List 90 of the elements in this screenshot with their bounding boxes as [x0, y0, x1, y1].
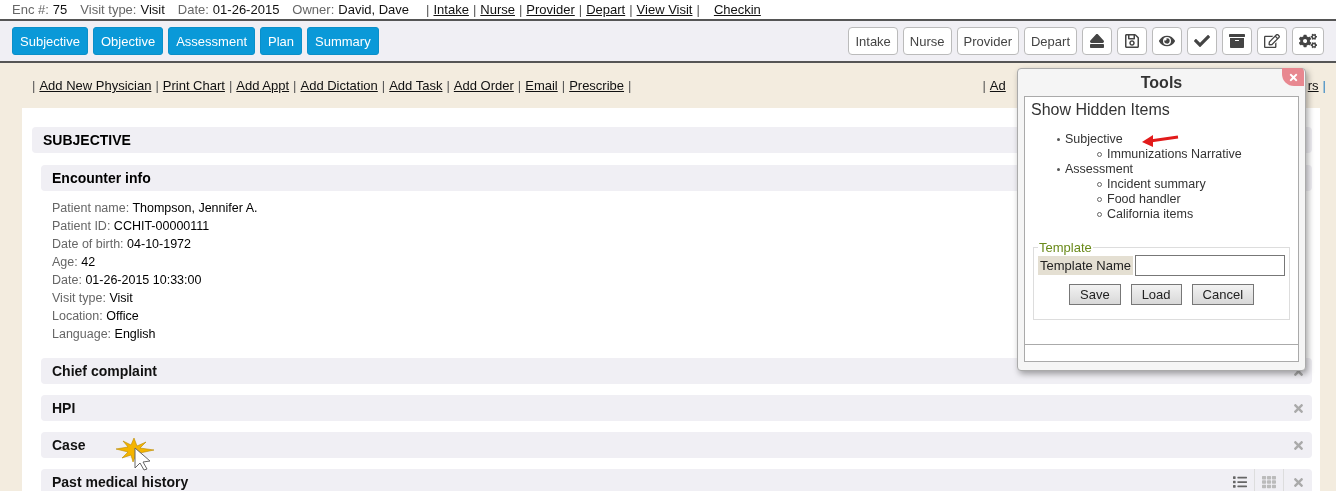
eye-button[interactable]: [1152, 27, 1182, 55]
info-line: Patient ID: CCHIT-00000111: [52, 218, 210, 235]
tree-item[interactable]: Subjective: [1065, 132, 1123, 147]
subsection-header[interactable]: Past medical history: [41, 469, 1312, 491]
subsection-title: HPI: [52, 400, 76, 416]
dialog-title: Tools: [1140, 73, 1183, 92]
action-link[interactable]: Add New Physician: [39, 78, 152, 93]
separator: |: [982, 78, 986, 93]
eject-icon: [1089, 33, 1105, 49]
role-button[interactable]: Depart: [1023, 27, 1077, 55]
role-button[interactable]: Nurse: [902, 27, 952, 55]
subsection-title: Past medical history: [52, 474, 189, 490]
field-label: Date:: [177, 2, 209, 17]
separator: |: [517, 78, 522, 93]
action-link[interactable]: Add Dictation: [300, 78, 378, 93]
tree-item[interactable]: Food handler: [1107, 192, 1181, 207]
action-link[interactable]: Provider: [526, 2, 575, 17]
field-value: David, Dave: [338, 2, 410, 17]
action-link[interactable]: Add Order: [453, 78, 514, 93]
separator: |: [696, 2, 700, 17]
info-line: Language: English: [52, 326, 156, 343]
separator: |: [1322, 78, 1326, 93]
gears-icon: [1299, 32, 1317, 50]
action-link[interactable]: rs: [1307, 78, 1319, 93]
action-link[interactable]: Add Appt: [236, 78, 290, 93]
action-link[interactable]: Prescribe: [569, 78, 625, 93]
eye-icon: [1159, 33, 1175, 49]
separator: |: [629, 2, 633, 17]
action-link[interactable]: Print Chart: [162, 78, 225, 93]
subsection-title: Chief complaint: [52, 363, 157, 379]
pencil-square-button[interactable]: [1257, 27, 1287, 55]
separator: |: [293, 78, 297, 93]
eject-button[interactable]: [1082, 27, 1112, 55]
separator: |: [446, 78, 450, 93]
field-label: Owner:: [292, 2, 335, 17]
separator: |: [381, 78, 386, 93]
action-link[interactable]: View Visit: [636, 2, 693, 17]
action-link[interactable]: Nurse: [480, 2, 515, 17]
checkmark-icon: [1194, 33, 1210, 49]
separator: |: [578, 2, 583, 17]
subsection-title: Case: [52, 437, 86, 453]
info-line: Visit type: Visit: [52, 290, 133, 307]
info-line: Patient name: Thompson, Jennifer A.: [52, 200, 258, 217]
action-link[interactable]: Intake: [433, 2, 469, 17]
field-label: Visit type:: [80, 2, 137, 17]
dialog-button[interactable]: Cancel: [1191, 284, 1254, 305]
separator: |: [155, 78, 159, 93]
separator: |: [32, 78, 36, 93]
info-line: Date: 01-26-2015 10:33:00: [52, 272, 202, 289]
dialog-heading: Show Hidden Items: [1031, 101, 1171, 119]
tree-item[interactable]: Assessment: [1065, 162, 1134, 177]
info-line: Age: 42: [52, 254, 96, 271]
archive-box-button[interactable]: [1222, 27, 1252, 55]
checkmark-button[interactable]: [1187, 27, 1217, 55]
bullet-icon: [1057, 168, 1060, 171]
action-link[interactable]: Add Task: [389, 78, 443, 93]
group-legend: Template: [1038, 240, 1093, 255]
list-icon[interactable]: [1233, 475, 1247, 489]
checkin-link[interactable]: Checkin: [713, 2, 761, 17]
archive-box-icon: [1229, 33, 1245, 49]
separator: |: [426, 2, 430, 17]
action-link[interactable]: Ad: [989, 78, 1006, 93]
separator: |: [228, 78, 233, 93]
field-value: 01-26-2015: [212, 2, 280, 17]
template-name-field[interactable]: [1135, 255, 1285, 276]
subsection-header[interactable]: Case: [41, 432, 1312, 458]
tree-item[interactable]: Incident summary: [1107, 177, 1206, 192]
subsection-header[interactable]: HPI: [41, 395, 1312, 421]
info-line: Location: Office: [52, 308, 139, 325]
action-link[interactable]: Depart: [586, 2, 626, 17]
field-value: Visit: [140, 2, 165, 17]
gears-button[interactable]: [1292, 27, 1324, 55]
info-line: Date of birth: 04-10-1972: [52, 236, 191, 253]
dialog-button[interactable]: Load: [1130, 284, 1182, 305]
subsection-title: Encounter info: [52, 170, 151, 186]
separator: |: [628, 78, 632, 93]
field-label: Enc #:: [12, 2, 49, 17]
dialog-button[interactable]: Save: [1069, 284, 1121, 305]
role-button[interactable]: Intake: [848, 27, 898, 55]
close-icon: [1287, 71, 1299, 83]
field-value: 75: [52, 2, 68, 17]
tree-item[interactable]: California items: [1107, 207, 1194, 222]
field-label: Template Name: [1038, 256, 1134, 275]
floppy-disk-button[interactable]: [1117, 27, 1147, 55]
action-link[interactable]: Email: [525, 78, 558, 93]
bullet-icon: [1057, 138, 1060, 141]
separator: |: [518, 2, 523, 17]
separator: |: [472, 2, 477, 17]
separator: |: [561, 78, 566, 93]
role-button[interactable]: Provider: [956, 27, 1019, 55]
